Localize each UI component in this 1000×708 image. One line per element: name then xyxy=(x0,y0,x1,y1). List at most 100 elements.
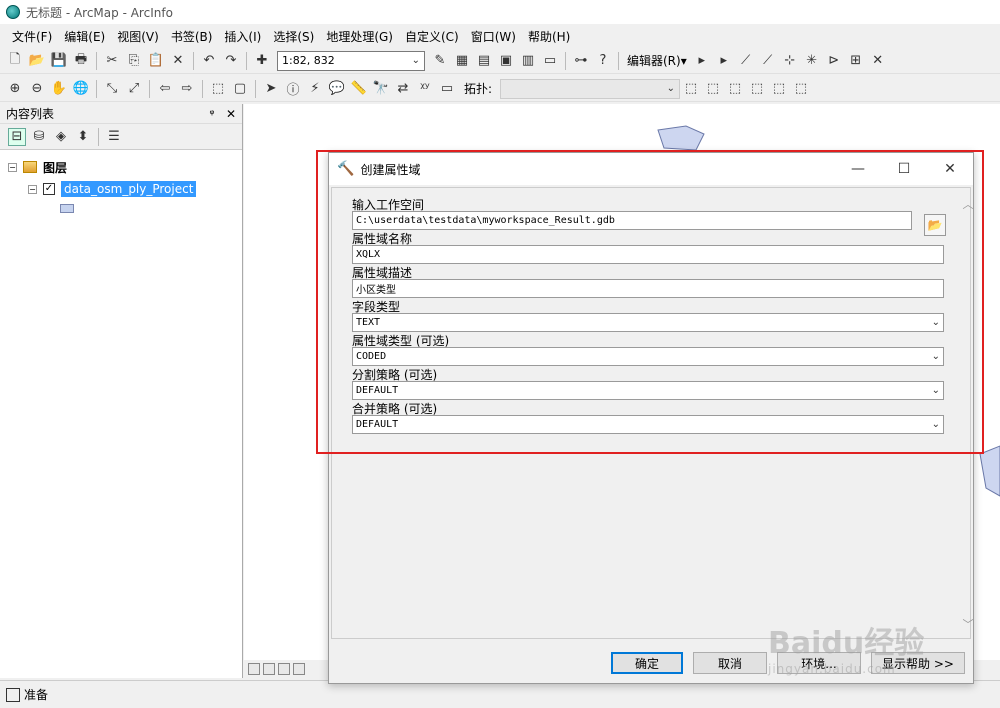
workspace-input[interactable]: C:\userdata\testdata\myworkspace_Result.… xyxy=(352,211,912,230)
menu-selection[interactable]: 选择(S) xyxy=(267,28,320,45)
open-icon[interactable]: 📂 xyxy=(28,52,46,70)
minimize-button[interactable]: — xyxy=(835,161,881,177)
full-extent-icon[interactable]: 🌐 xyxy=(72,80,90,98)
domain-type-select[interactable]: CODED ⌄ xyxy=(352,347,944,366)
layers-root[interactable]: − 图层 xyxy=(8,156,234,178)
forward-extent-icon[interactable]: ⇨ xyxy=(178,80,196,98)
sketch-properties-icon[interactable]: ✕ xyxy=(869,52,887,70)
trace-icon[interactable]: ⟋ xyxy=(759,52,777,70)
data-view-icon[interactable] xyxy=(248,663,260,675)
html-popup-icon[interactable]: 💬 xyxy=(328,80,346,98)
browse-folder-button[interactable]: 📂 xyxy=(924,214,946,236)
close-button[interactable]: ✕ xyxy=(927,161,973,177)
new-document-icon[interactable]: 🗋 xyxy=(6,52,24,70)
scroll-up-icon[interactable]: ︿ xyxy=(961,196,975,212)
fixed-zoom-in-icon[interactable]: ⤡ xyxy=(103,80,121,98)
menu-insert[interactable]: 插入(I) xyxy=(218,28,267,45)
identify-icon[interactable]: ⓘ xyxy=(284,80,302,98)
undo-icon[interactable]: ↶ xyxy=(200,52,218,70)
pin-icon[interactable]: ᵠ xyxy=(209,107,214,121)
find-route-icon[interactable]: ⇄ xyxy=(394,80,412,98)
time-slider-icon[interactable]: ▭ xyxy=(438,80,456,98)
save-icon[interactable]: 💾 xyxy=(50,52,68,70)
domain-description-input[interactable]: 小区类型 xyxy=(352,279,944,298)
zoom-in-icon[interactable]: ⊕ xyxy=(6,80,24,98)
refresh-icon[interactable] xyxy=(278,663,290,675)
options-icon[interactable]: ☰ xyxy=(105,128,123,146)
straight-segment-icon[interactable]: ⟋ xyxy=(737,52,755,70)
editor-menu[interactable]: 编辑器(R)▾ xyxy=(623,52,691,69)
fixed-zoom-out-icon[interactable]: ⤢ xyxy=(125,80,143,98)
domain-name-input[interactable]: XQLX xyxy=(352,245,944,264)
whats-this-icon[interactable]: ? xyxy=(594,52,612,70)
layer-visibility-checkbox[interactable]: ✓ xyxy=(43,183,55,195)
print-icon[interactable]: 🖶 xyxy=(72,52,90,70)
menu-customize[interactable]: 自定义(C) xyxy=(399,28,465,45)
rotate-icon[interactable]: ⊳ xyxy=(825,52,843,70)
menu-bookmarks[interactable]: 书签(B) xyxy=(165,28,219,45)
list-by-drawing-order-icon[interactable]: ⊟ xyxy=(8,127,26,146)
search-window-icon[interactable]: ▣ xyxy=(497,52,515,70)
pause-drawing-icon[interactable] xyxy=(293,663,305,675)
find-icon[interactable]: 🔭 xyxy=(372,80,390,98)
cut-icon[interactable]: ✂ xyxy=(103,52,121,70)
close-icon[interactable]: ✕ xyxy=(226,107,236,121)
table-icon[interactable]: ▦ xyxy=(453,52,471,70)
paste-icon[interactable]: 📋 xyxy=(147,52,165,70)
annotation-edit-icon[interactable]: ▸ xyxy=(715,52,733,70)
construction-icon[interactable]: ⊹ xyxy=(781,52,799,70)
split-policy-select[interactable]: DEFAULT ⌄ xyxy=(352,381,944,400)
hyperlink-icon[interactable]: ⚡ xyxy=(306,80,324,98)
menu-windows[interactable]: 窗口(W) xyxy=(465,28,522,45)
attributes-icon[interactable]: ⊞ xyxy=(847,52,865,70)
menu-geoprocessing[interactable]: 地理处理(G) xyxy=(320,28,399,45)
field-type-select[interactable]: TEXT ⌄ xyxy=(352,313,944,332)
cancel-button[interactable]: 取消 xyxy=(693,652,767,674)
select-elements-icon[interactable]: ➤ xyxy=(262,80,280,98)
menu-file[interactable]: 文件(F) xyxy=(6,28,58,45)
map-scale-combobox[interactable]: 1:82, 832 ⌄ xyxy=(277,50,425,71)
copy-icon[interactable]: ⎘ xyxy=(125,52,143,70)
maximize-button[interactable]: ☐ xyxy=(881,161,927,177)
python-icon[interactable]: ▭ xyxy=(541,52,559,70)
catalog-icon[interactable]: ▤ xyxy=(475,52,493,70)
topology-tool-icon[interactable]: ⬚ xyxy=(682,80,700,98)
layer-name[interactable]: data_osm_ply_Project xyxy=(61,181,197,197)
list-by-visibility-icon[interactable]: ◈ xyxy=(52,128,70,146)
arctoolbox-icon[interactable]: ▥ xyxy=(519,52,537,70)
split-icon[interactable]: ✳ xyxy=(803,52,821,70)
back-extent-icon[interactable]: ⇦ xyxy=(156,80,174,98)
validate-topology-icon[interactable]: ⬚ xyxy=(770,80,788,98)
topology-edit-icon[interactable]: ⬚ xyxy=(726,80,744,98)
measure-icon[interactable]: 📏 xyxy=(350,80,368,98)
layer-item[interactable]: − ✓ data_osm_ply_Project xyxy=(8,178,234,200)
scroll-down-icon[interactable]: ﹀ xyxy=(961,616,975,632)
list-by-selection-icon[interactable]: ⬍ xyxy=(74,128,92,146)
edit-tool-icon[interactable]: ▸ xyxy=(693,52,711,70)
list-by-source-icon[interactable]: ⛁ xyxy=(30,128,48,146)
ok-button[interactable]: 确定 xyxy=(611,652,683,674)
menu-help[interactable]: 帮助(H) xyxy=(522,28,576,45)
merge-policy-select[interactable]: DEFAULT ⌄ xyxy=(352,415,944,434)
go-to-xy-icon[interactable]: ᵡʸ xyxy=(416,80,434,98)
show-shared-features-icon[interactable]: ⬚ xyxy=(748,80,766,98)
redo-icon[interactable]: ↷ xyxy=(222,52,240,70)
model-builder-icon[interactable]: ⊶ xyxy=(572,52,590,70)
polygon-symbol-swatch[interactable] xyxy=(60,204,74,213)
error-inspector-icon[interactable]: ⬚ xyxy=(792,80,810,98)
collapse-icon[interactable]: − xyxy=(8,162,17,172)
clear-selection-icon[interactable]: ▢ xyxy=(231,80,249,98)
menu-edit[interactable]: 编辑(E) xyxy=(58,28,111,45)
select-features-icon[interactable]: ⬚ xyxy=(209,80,227,98)
add-data-icon[interactable]: ✚ xyxy=(253,52,271,70)
collapse-icon[interactable]: − xyxy=(28,184,37,194)
zoom-out-icon[interactable]: ⊖ xyxy=(28,80,46,98)
menu-view[interactable]: 视图(V) xyxy=(111,28,165,45)
form-scrollbar[interactable]: ︿ ﹀ xyxy=(954,192,974,632)
pan-icon[interactable]: ✋ xyxy=(50,80,68,98)
map-topology-icon[interactable]: ⬚ xyxy=(704,80,722,98)
layout-view-icon[interactable] xyxy=(263,663,275,675)
editor-toolbar-icon[interactable]: ✎ xyxy=(431,52,449,70)
topology-combobox[interactable]: ⌄ xyxy=(500,78,681,99)
delete-icon[interactable]: ✕ xyxy=(169,52,187,70)
